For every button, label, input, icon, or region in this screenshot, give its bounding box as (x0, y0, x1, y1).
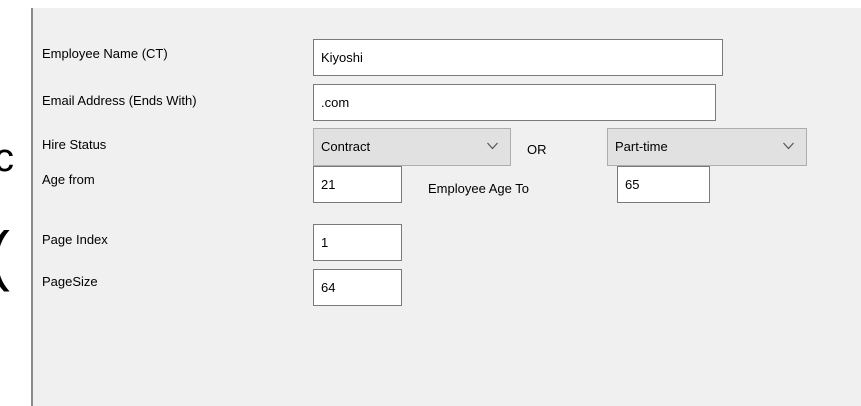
background-glyph-upper: c (0, 136, 14, 180)
page-index-input[interactable] (313, 224, 402, 261)
age-to-label: Employee Age To (428, 181, 529, 196)
email-input[interactable] (313, 84, 716, 121)
age-to-input[interactable] (617, 166, 710, 203)
age-from-input[interactable] (313, 166, 402, 203)
employee-search-panel: Employee Name (CT) Email Address (Ends W… (31, 8, 861, 406)
chevron-down-icon (487, 142, 498, 150)
employee-name-input[interactable] (313, 39, 723, 76)
hire-status-secondary-value: Part-time (615, 139, 668, 154)
page-index-label: Page Index (42, 232, 108, 247)
age-from-label: Age from (42, 172, 95, 187)
hire-status-primary-value: Contract (321, 139, 371, 154)
hire-status-label: Hire Status (42, 137, 107, 152)
background-glyph-lower: ( (0, 222, 10, 288)
hire-status-primary-select[interactable]: Contract (313, 128, 511, 166)
chevron-down-icon (783, 142, 794, 150)
employee-name-label: Employee Name (CT) (42, 46, 168, 61)
hire-status-secondary-select[interactable]: Part-time (607, 128, 807, 166)
hire-status-or-label: OR (527, 142, 547, 157)
window: c ( Employee Name (CT) Email Address (En… (0, 0, 861, 406)
email-label: Email Address (Ends With) (42, 93, 197, 108)
page-size-label: PageSize (42, 274, 98, 289)
page-size-input[interactable] (313, 269, 402, 306)
